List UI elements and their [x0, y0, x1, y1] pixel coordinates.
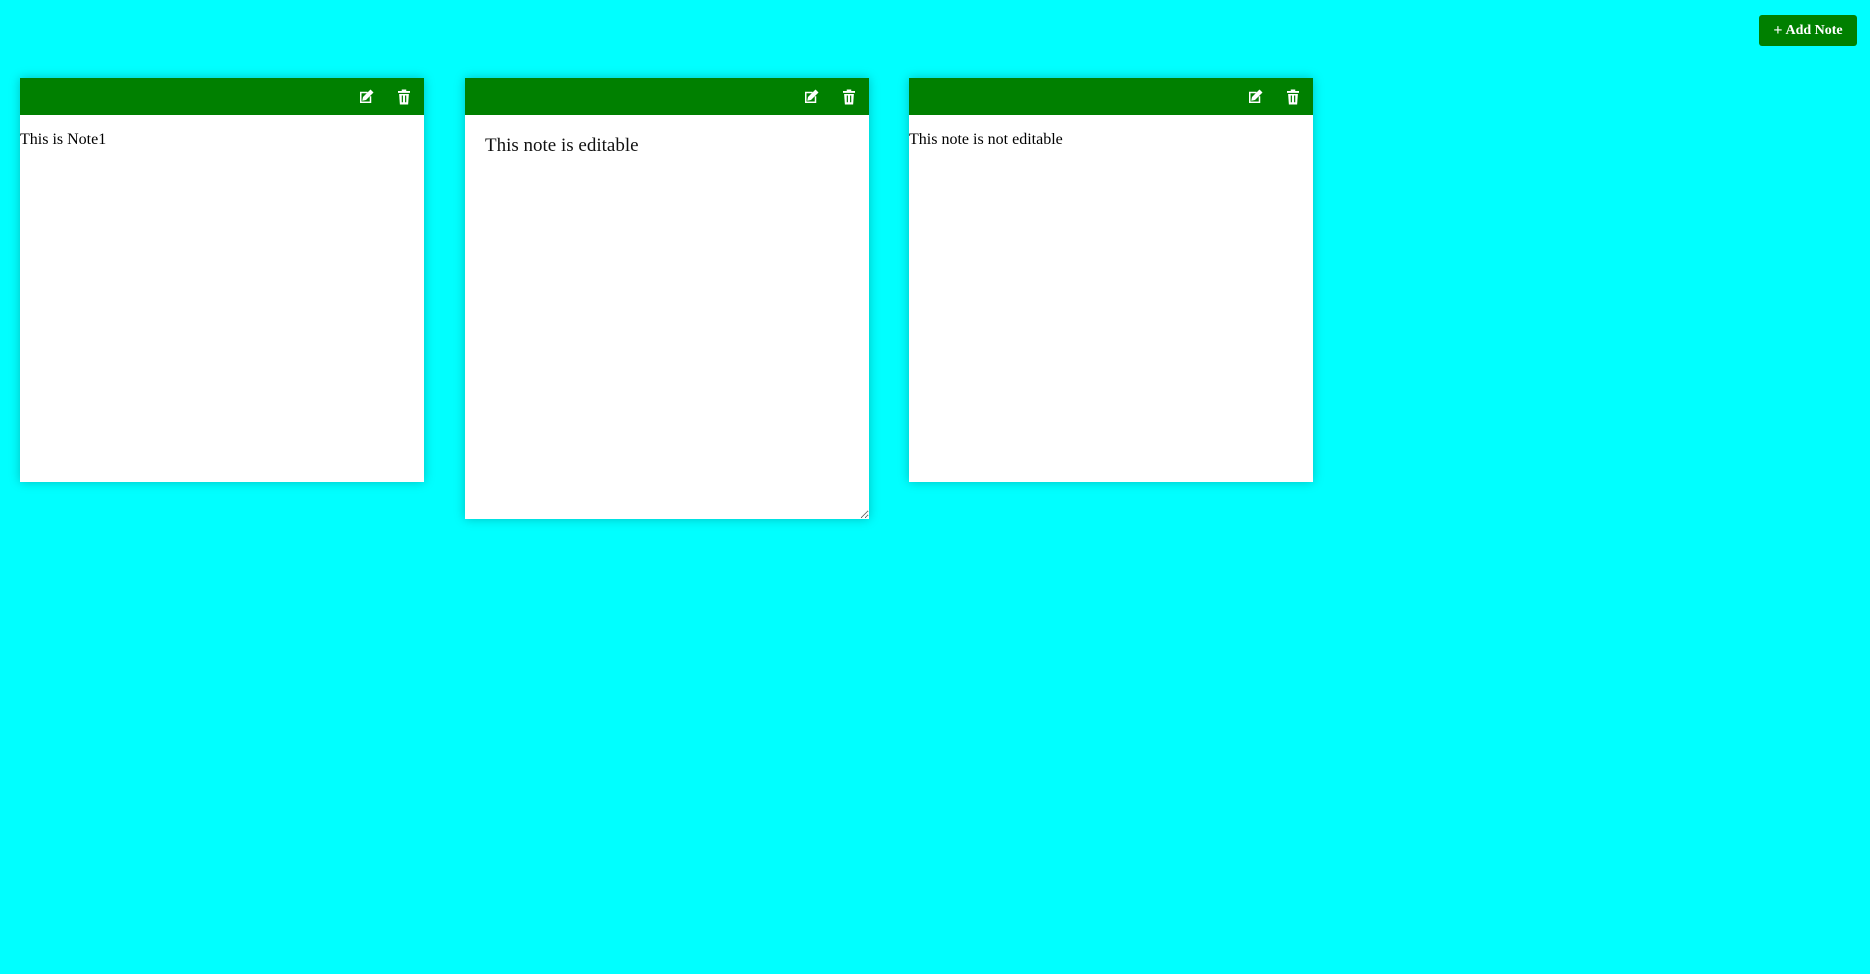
trash-icon — [843, 89, 855, 104]
note-toolbar — [465, 78, 869, 115]
edit-icon — [360, 89, 374, 103]
note-text: This note is not editable — [909, 131, 1063, 148]
notes-app: + Add Note This is Note1 This note is ed… — [0, 0, 1870, 974]
note-body: This note is not editable — [909, 131, 1313, 149]
trash-icon — [398, 89, 410, 104]
edit-icon — [805, 89, 819, 103]
add-note-button[interactable]: + Add Note — [1759, 15, 1857, 46]
delete-button[interactable] — [392, 85, 416, 109]
note-toolbar — [909, 78, 1313, 115]
note-textarea[interactable] — [465, 115, 869, 519]
note-card: This note is not editable — [909, 78, 1313, 482]
edit-icon — [1249, 89, 1263, 103]
delete-button[interactable] — [837, 85, 861, 109]
add-note-label: Add Note — [1785, 22, 1843, 38]
edit-button[interactable] — [1243, 85, 1267, 109]
note-text: This is Note1 — [20, 131, 107, 148]
plus-icon: + — [1773, 21, 1783, 39]
note-body: This is Note1 — [20, 131, 424, 149]
delete-button[interactable] — [1281, 85, 1305, 109]
note-toolbar — [20, 78, 424, 115]
edit-button[interactable] — [354, 85, 378, 109]
edit-button[interactable] — [799, 85, 823, 109]
note-card: This is Note1 — [20, 78, 424, 482]
note-card — [465, 78, 869, 519]
trash-icon — [1287, 89, 1299, 104]
